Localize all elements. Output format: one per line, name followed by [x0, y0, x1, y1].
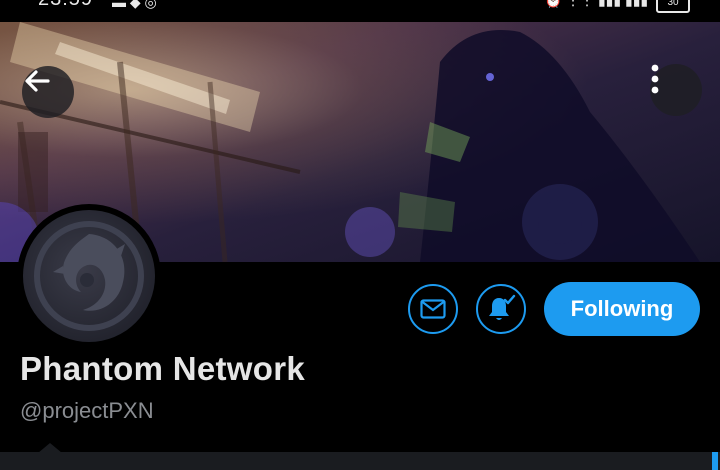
following-button[interactable]: Following [544, 282, 700, 336]
phantom-logo-icon [34, 221, 144, 331]
battery-icon: 30 [656, 0, 690, 13]
profile-handle: @projectPXN [20, 398, 154, 423]
status-time: 23:59 [38, 0, 93, 11]
more-options-button[interactable] [650, 64, 702, 116]
status-bar: 23:59 ▬ ◆ ◎ ⏰ ⋮⋮ ▮▮▮ ▮▮▮ 30 [0, 0, 720, 22]
avatar[interactable] [23, 210, 155, 342]
alarm-icon: ⏰ [544, 0, 563, 8]
scroll-indicator [712, 452, 718, 470]
avatar-frame[interactable] [17, 204, 161, 348]
status-system-icons: ⏰ ⋮⋮ ▮▮▮ ▮▮▮ 30 [545, 0, 690, 13]
bottom-divider [0, 452, 720, 470]
bell-check-icon [489, 294, 516, 320]
display-name: Phantom Network [20, 350, 306, 387]
signal-icon: ▮▮▮ [597, 0, 622, 8]
message-button[interactable] [408, 284, 458, 334]
mail-icon [420, 299, 446, 319]
signal-icon-2: ▮▮▮ [624, 0, 649, 8]
more-vertical-icon [651, 64, 659, 94]
notifications-button[interactable] [476, 284, 526, 334]
back-button[interactable] [22, 66, 74, 118]
wifi-icon: ⋮⋮ [566, 0, 595, 8]
arrow-left-icon [25, 70, 50, 92]
status-notification-icons: ▬ ◆ ◎ [112, 0, 157, 10]
